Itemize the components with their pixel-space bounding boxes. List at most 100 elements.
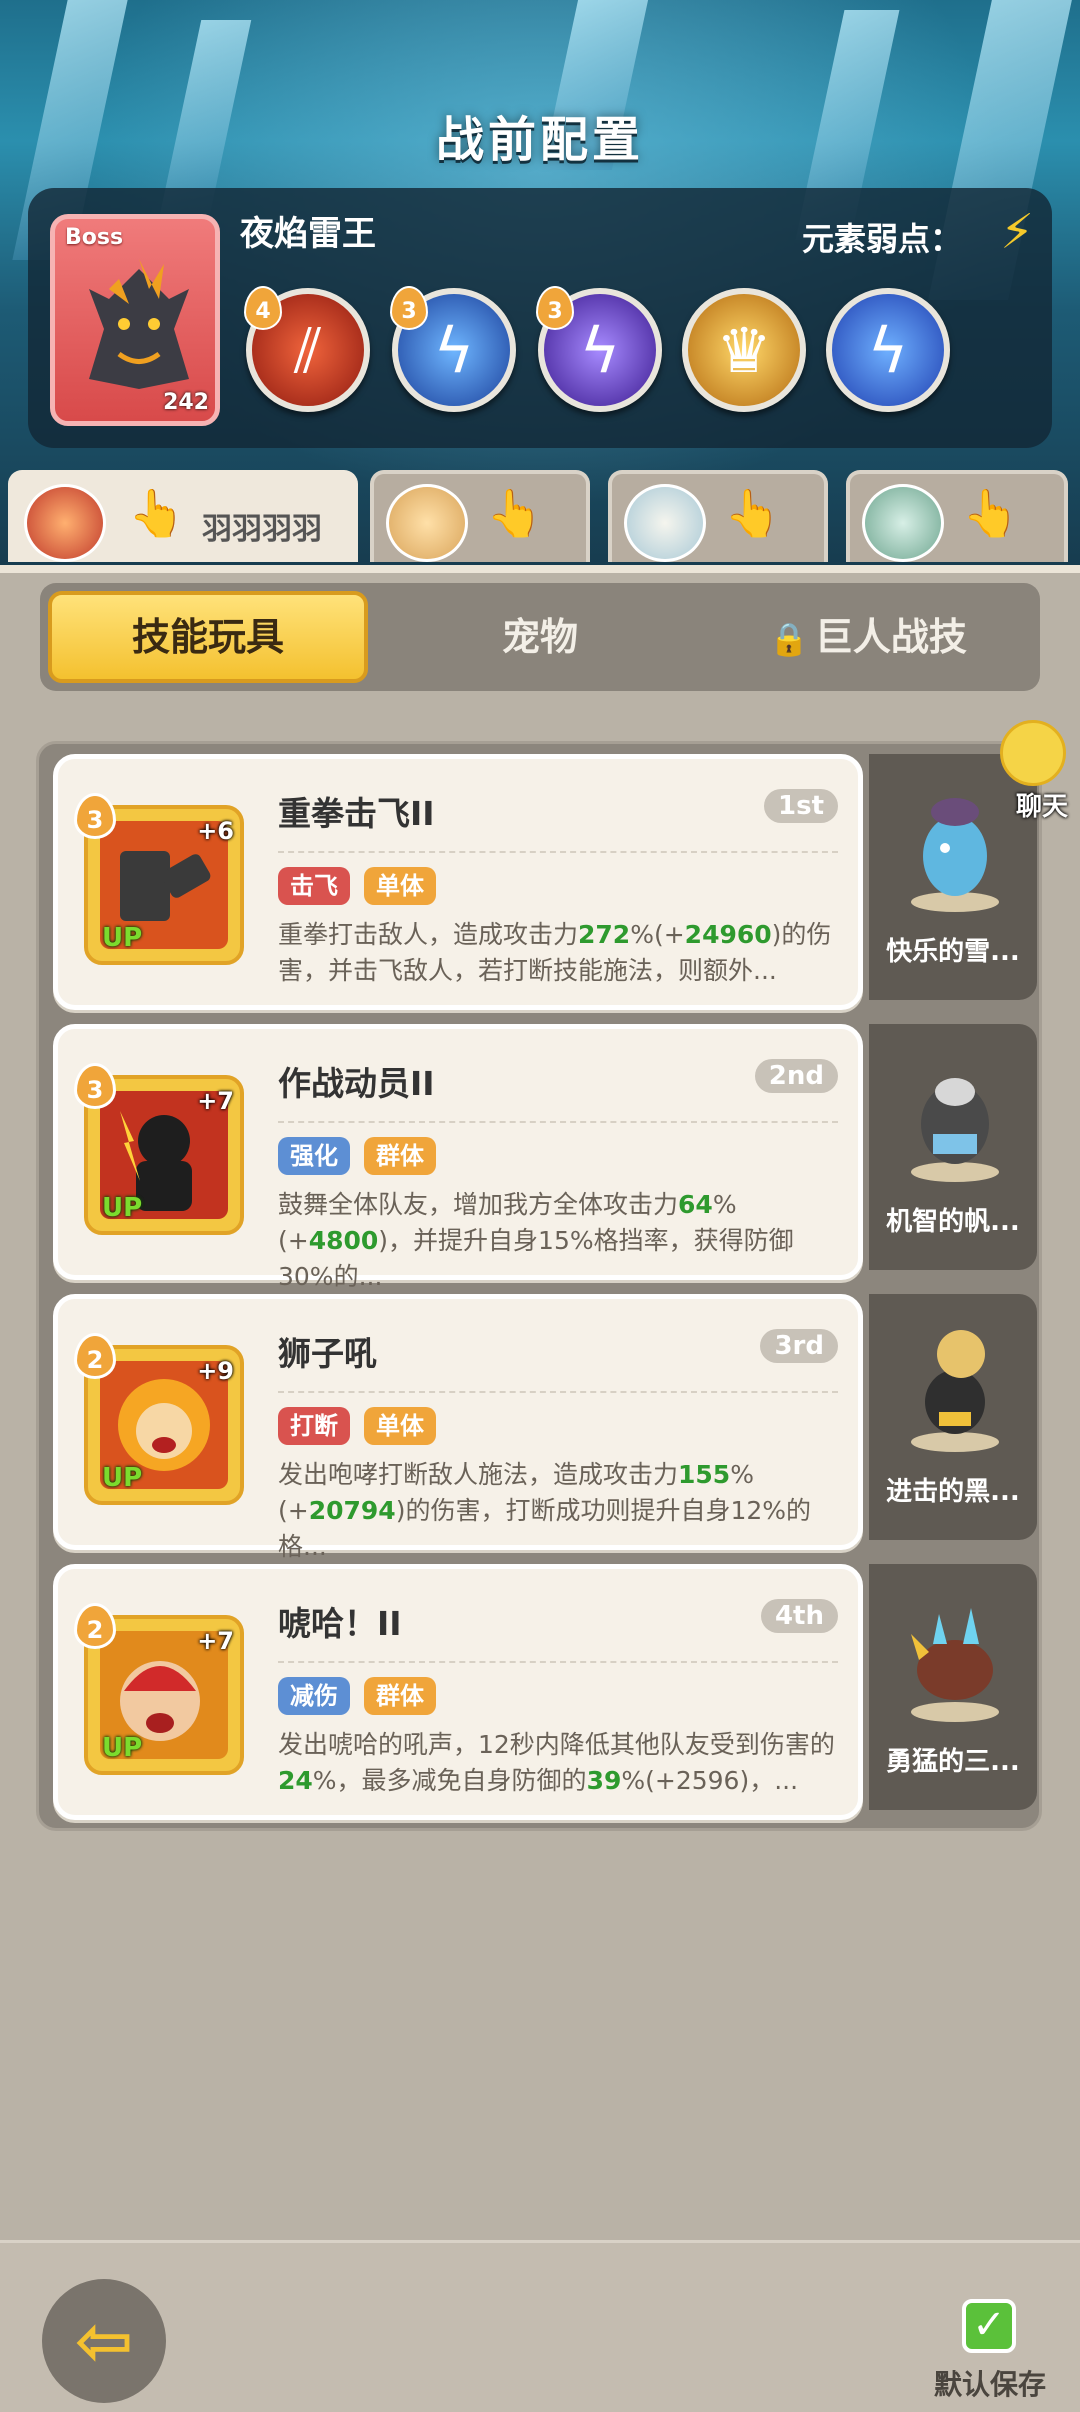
rank-badge: 4th — [760, 1599, 838, 1633]
pet-figure-icon — [911, 1078, 999, 1182]
skill-card[interactable]: 2 +9 UP 狮子吼 3rd 打断 单体 发出咆哮打断敌人施法，造成攻击力15… — [53, 1294, 863, 1561]
skill-name: 重拳击飞II — [278, 794, 435, 833]
chat-emoji-icon — [1000, 720, 1066, 786]
element-weakness-label: 元素弱点： — [801, 220, 962, 258]
skill-icon-frame: 2 +7 UP — [74, 1603, 244, 1775]
upgrade-badge: UP — [102, 923, 143, 953]
skill-card[interactable]: 3 +7 UP 作战动员II 2nd 强化 群体 鼓舞全体队友，增加我方全体攻击… — [53, 1024, 863, 1291]
skill-description: 鼓舞全体队友，增加我方全体攻击力64%(+4800)，并提升自身15%格挡率，获… — [278, 1190, 794, 1291]
team-tab-1[interactable]: 👆 羽羽羽羽 — [8, 470, 358, 562]
page-title: 战前配置 — [435, 112, 644, 168]
team-tab-3[interactable]: 👆 — [608, 470, 828, 562]
skill-tag: 单体 — [364, 1407, 436, 1445]
skill-tag: 单体 — [364, 867, 436, 905]
avatar — [386, 484, 468, 562]
claw-slash-icon: ⫽ — [294, 314, 322, 387]
team-tab-2[interactable]: 👆 — [370, 470, 590, 562]
boss-info-panel: Boss 242 夜焰雷王 元素弱点： ⚡ 4 ⫽ 3 ϟ 3 ϟ ♛ ϟ — [28, 188, 1052, 448]
boss-skill-orb-5[interactable]: ϟ — [826, 288, 950, 412]
category-segmented-control: 技能玩具 宠物 🔒 巨人战技 — [40, 583, 1040, 691]
pet-slot[interactable]: 勇猛的三... — [869, 1564, 1037, 1810]
blue-lightning-icon: ϟ — [867, 314, 909, 387]
boss-skill-orb-1[interactable]: 4 ⫽ — [244, 286, 370, 412]
enhance-level: +6 — [197, 817, 234, 845]
pet-name: 快乐的雪... — [886, 937, 1020, 967]
boss-skill-orb-3[interactable]: 3 ϟ — [536, 286, 662, 412]
rank-badge: 2nd — [754, 1059, 838, 1093]
boss-name: 夜焰雷王 — [240, 214, 376, 254]
skill-icon-frame: 3 +7 UP — [74, 1063, 244, 1235]
tap-hand-icon: 👆 — [724, 486, 782, 540]
pet-figure-icon — [911, 1608, 999, 1722]
avatar — [24, 484, 106, 562]
upgrade-badge: UP — [102, 1193, 143, 1223]
skill-list: 3 +6 UP 重拳击飞II 1st 击飞 单体 重拳打击敌人，造成攻击力272… — [36, 741, 1042, 1831]
config-panel: 技能玩具 宠物 🔒 巨人战技 3 +6 UP 重拳击飞II 1st 击飞 单体 重… — [0, 565, 1080, 2245]
pet-figure-icon — [911, 1330, 999, 1452]
lightning-icon: ⚡ — [1000, 204, 1034, 260]
bottom-bar: ⇦ ✓ 默认保存 — [0, 2240, 1080, 2412]
divider — [278, 851, 838, 853]
rank-badge: 3rd — [760, 1329, 838, 1363]
skill-card[interactable]: 2 +7 UP 唬哈！II 4th 减伤 群体 发出唬哈的吼声，12秒内降低其他… — [53, 1564, 863, 1820]
skill-tag: 击飞 — [278, 867, 350, 905]
upgrade-badge: UP — [102, 1463, 143, 1493]
team-name: 羽羽羽羽 — [202, 512, 322, 547]
skill-icon-frame: 3 +6 UP — [74, 793, 244, 965]
avatar — [862, 484, 944, 562]
boss-skill-orb-4[interactable]: ♛ — [682, 288, 806, 412]
tab-giant-skills[interactable]: 🔒 巨人战技 — [708, 591, 1028, 683]
skill-level-badge: 3 — [74, 1063, 116, 1109]
enhance-level: +7 — [197, 1087, 234, 1115]
chat-button[interactable]: 聊天 — [986, 720, 1068, 822]
boss-tag: Boss — [65, 225, 124, 250]
enhance-level: +7 — [197, 1627, 234, 1655]
chat-label: 聊天 — [1015, 792, 1068, 822]
skill-tag: 群体 — [364, 1137, 436, 1175]
battle-scene-background: 战前配置 Boss 242 夜焰雷王 元素弱点： ⚡ 4 ⫽ 3 ϟ 3 ϟ ♛… — [0, 0, 1080, 565]
boss-level: 242 — [163, 390, 209, 415]
skill-icon-frame: 2 +9 UP — [74, 1333, 244, 1505]
tap-hand-icon: 👆 — [962, 486, 1020, 540]
default-save-label[interactable]: 默认保存 — [934, 2363, 1046, 2403]
skill-level-badge: 3 — [74, 793, 116, 839]
skill-level-badge: 2 — [74, 1333, 116, 1379]
boss-skill-orb-2[interactable]: 3 ϟ — [390, 286, 516, 412]
checkmark-icon[interactable]: ✓ — [962, 2299, 1016, 2353]
boss-monster-icon — [89, 259, 189, 389]
skill-name: 狮子吼 — [278, 1334, 377, 1373]
boss-portrait[interactable]: Boss 242 — [50, 214, 220, 426]
avatar — [624, 484, 706, 562]
skill-description: 发出咆哮打断敌人施法，造成攻击力155%(+20794)的伤害，打断成功则提升自… — [278, 1460, 812, 1561]
back-arrow-icon: ⇦ — [74, 2300, 134, 2382]
skill-name: 作战动员II — [278, 1064, 435, 1103]
tab-giant-skills-label: 巨人战技 — [814, 615, 967, 659]
pet-slot[interactable]: 机智的帆... — [869, 1024, 1037, 1270]
skill-tag: 打断 — [278, 1407, 350, 1445]
back-button[interactable]: ⇦ — [42, 2279, 166, 2403]
pet-name: 机智的帆... — [886, 1207, 1020, 1237]
upgrade-badge: UP — [102, 1733, 143, 1763]
skill-description: 发出唬哈的吼声，12秒内降低其他队友受到伤害的24%，最多减免自身防御的39%(… — [278, 1730, 835, 1795]
tab-pets[interactable]: 宠物 — [380, 591, 700, 683]
pet-slot[interactable]: 进击的黑... — [869, 1294, 1037, 1540]
lock-icon: 🔒 — [769, 620, 809, 658]
skill-level-badge: 2 — [74, 1603, 116, 1649]
tap-hand-icon: 👆 — [486, 486, 544, 540]
skill-tag: 强化 — [278, 1137, 350, 1175]
skill-description: 重拳打击敌人，造成攻击力272%(+24960)的伤害，并击飞敌人，若打断技能施… — [278, 920, 832, 985]
team-tab-4[interactable]: 👆 — [846, 470, 1068, 562]
skill-tag: 减伤 — [278, 1677, 350, 1715]
rank-badge: 1st — [764, 789, 838, 823]
purple-lightning-icon: ϟ — [579, 314, 621, 387]
golden-crown-icon: ♛ — [716, 314, 772, 387]
enhance-level: +9 — [197, 1357, 234, 1385]
skill-tag: 群体 — [364, 1677, 436, 1715]
skill-card[interactable]: 3 +6 UP 重拳击飞II 1st 击飞 单体 重拳打击敌人，造成攻击力272… — [53, 754, 863, 1010]
divider — [278, 1391, 838, 1393]
divider — [278, 1121, 838, 1123]
pet-name: 勇猛的三... — [886, 1747, 1020, 1777]
tab-skill-toys[interactable]: 技能玩具 — [48, 591, 368, 683]
skill-name: 唬哈！II — [278, 1604, 402, 1643]
tap-hand-icon: 👆 — [128, 486, 186, 540]
